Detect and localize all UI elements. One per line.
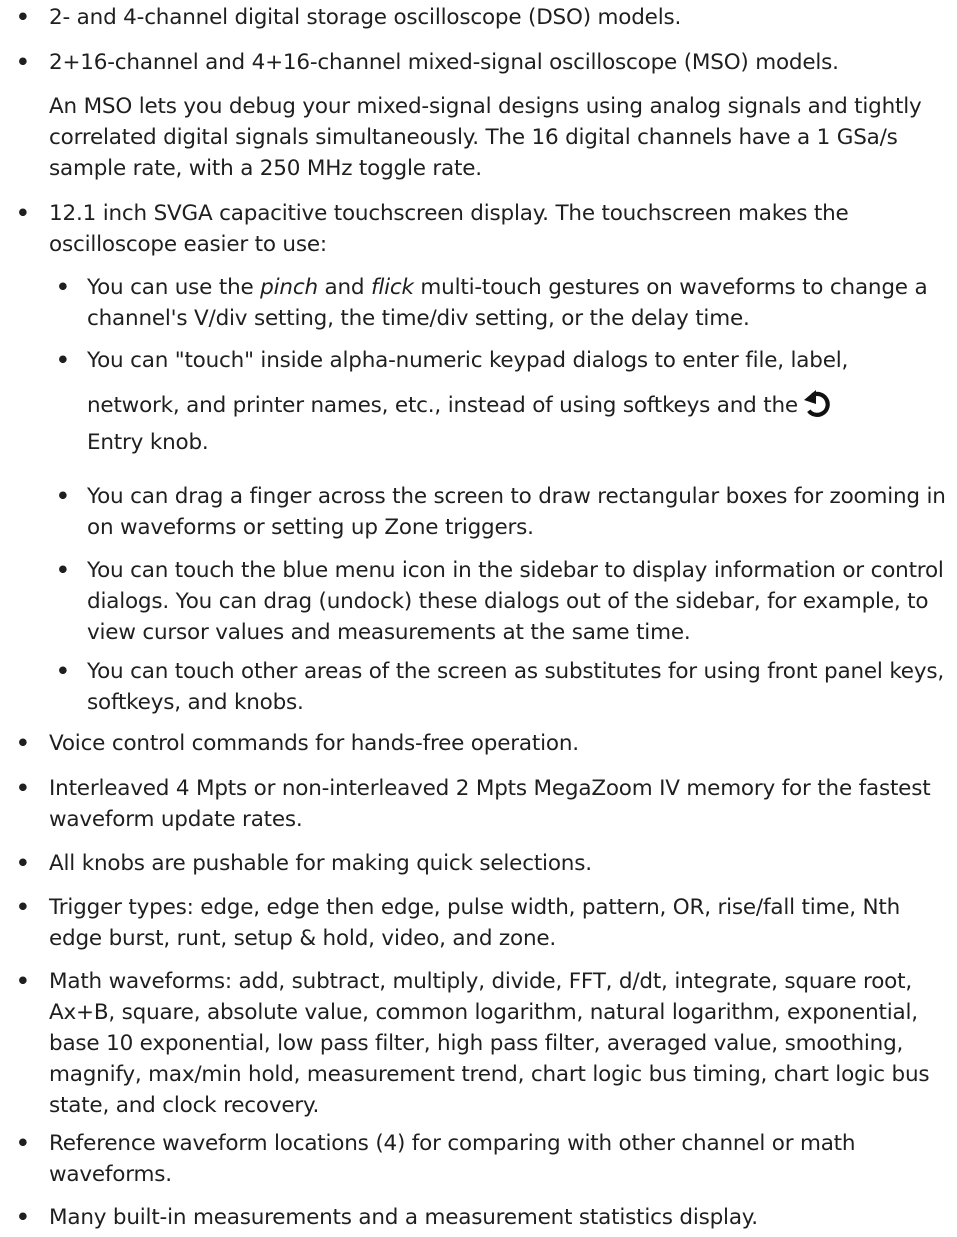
document-page: • 2- and 4-channel digital storage oscil… (0, 0, 957, 1237)
list-item-text: Voice control commands for hands-free op… (49, 731, 579, 756)
sub-list-item: • You can touch the blue menu icon in th… (0, 555, 953, 648)
list-item: • Many built-in measurements and a measu… (0, 1202, 953, 1233)
emphasis-pinch: pinch (260, 275, 318, 300)
list-item-text: You can drag a finger across the screen … (87, 484, 946, 540)
paragraph: An MSO lets you debug your mixed-signal … (0, 91, 953, 184)
list-item-text: Math waveforms: add, subtract, multiply,… (49, 969, 930, 1118)
bullet: • (16, 201, 30, 226)
list-item-text: You can "touch" inside alpha-numeric key… (87, 348, 849, 455)
bullet: • (56, 659, 70, 684)
list-item: • Reference waveform locations (4) for c… (0, 1128, 953, 1190)
list-item-text: All knobs are pushable for making quick … (49, 851, 592, 876)
bullet: • (56, 484, 70, 509)
bullet: • (56, 348, 70, 373)
list-item: • Math waveforms: add, subtract, multipl… (0, 966, 953, 1121)
list-item-text: 12.1 inch SVGA capacitive touchscreen di… (49, 201, 849, 257)
sub-list-item: • You can use the pinch and flick multi-… (0, 272, 953, 334)
bullet: • (56, 558, 70, 583)
bullet: • (16, 895, 30, 920)
list-item-text: You can use the pinch and flick multi-to… (87, 275, 928, 331)
bullet: • (16, 776, 30, 801)
list-item-text: Interleaved 4 Mpts or non-interleaved 2 … (49, 776, 931, 832)
list-item-text: 2+16-channel and 4+16-channel mixed-sign… (49, 50, 839, 75)
list-item-text: Trigger types: edge, edge then edge, pul… (49, 895, 901, 951)
list-item: • Interleaved 4 Mpts or non-interleaved … (0, 773, 953, 835)
sub-list-item: • You can touch other areas of the scree… (0, 656, 953, 718)
paragraph-text: An MSO lets you debug your mixed-signal … (49, 94, 922, 181)
bullet: • (16, 1205, 30, 1230)
entry-knob-icon (802, 388, 836, 427)
bullet: • (56, 275, 70, 300)
bullet: • (16, 969, 30, 994)
list-item: • 12.1 inch SVGA capacitive touchscreen … (0, 198, 953, 260)
list-item-text: You can touch the blue menu icon in the … (87, 558, 944, 645)
list-item-text: Many built-in measurements and a measure… (49, 1205, 758, 1230)
list-item: • All knobs are pushable for making quic… (0, 848, 953, 879)
list-item: • Voice control commands for hands-free … (0, 728, 953, 759)
sub-list-item: • You can "touch" inside alpha-numeric k… (0, 345, 953, 458)
list-item: • 2+16-channel and 4+16-channel mixed-si… (0, 47, 953, 78)
bullet: • (16, 1131, 30, 1156)
emphasis-flick: flick (371, 275, 414, 300)
bullet: • (16, 731, 30, 756)
sub-list-item: • You can drag a finger across the scree… (0, 481, 953, 543)
bullet: • (16, 50, 30, 75)
list-item-text: Reference waveform locations (4) for com… (49, 1131, 856, 1187)
list-item-text: You can touch other areas of the screen … (87, 659, 944, 715)
bullet: • (16, 5, 30, 30)
list-item: • Trigger types: edge, edge then edge, p… (0, 892, 953, 954)
bullet: • (16, 851, 30, 876)
list-item-text: 2- and 4-channel digital storage oscillo… (49, 5, 682, 30)
list-item: • 2- and 4-channel digital storage oscil… (0, 2, 953, 33)
